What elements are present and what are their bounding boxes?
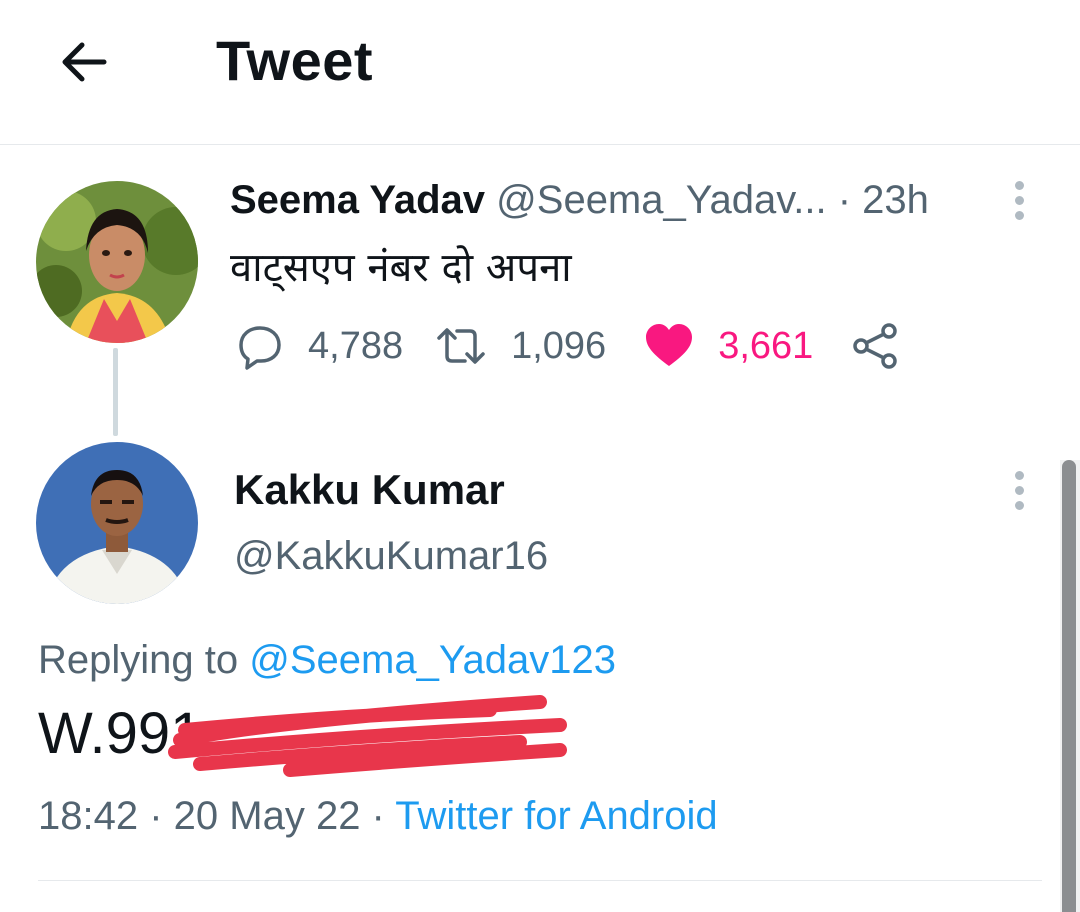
kakku-avatar[interactable] bbox=[36, 442, 198, 604]
reply-author-name[interactable]: Kakku Kumar bbox=[234, 466, 505, 514]
thread-connector-line bbox=[113, 348, 118, 436]
top-bar: Tweet bbox=[0, 0, 1080, 145]
replying-to-handle-link[interactable]: @Seema_Yadav123 bbox=[249, 638, 616, 682]
meta-separator: · bbox=[138, 794, 174, 838]
tweet-header: Seema Yadav @Seema_Yadav... · 23h bbox=[230, 178, 929, 223]
redaction-scribble bbox=[168, 695, 567, 777]
more-dot-icon bbox=[1014, 485, 1024, 495]
reply-time: 18:42 bbox=[38, 794, 139, 838]
meta-separator: · bbox=[360, 794, 396, 838]
share-icon bbox=[853, 323, 898, 369]
share-button[interactable] bbox=[851, 321, 901, 371]
reply-icon bbox=[239, 326, 281, 370]
reply-author-handle[interactable]: @KakkuKumar16 bbox=[234, 534, 548, 579]
like-button[interactable]: 3,661 bbox=[644, 322, 813, 370]
avatar-image bbox=[36, 442, 198, 604]
retweet-count: 1,096 bbox=[511, 324, 607, 367]
like-count: 3,661 bbox=[718, 324, 814, 367]
divider bbox=[38, 880, 1042, 881]
reply-source-link[interactable]: Twitter for Android bbox=[395, 794, 717, 838]
reply-more-options-button[interactable] bbox=[1004, 468, 1034, 512]
reply-meta: 18:42 · 20 May 22 · Twitter for Android bbox=[38, 794, 718, 839]
replying-to: Replying to @Seema_Yadav123 bbox=[38, 638, 616, 683]
more-dot-icon bbox=[1014, 210, 1024, 220]
arrow-left-icon bbox=[62, 42, 107, 82]
more-dot-icon bbox=[1014, 195, 1024, 205]
retweet-button[interactable]: 1,096 bbox=[433, 320, 606, 372]
back-button[interactable] bbox=[52, 30, 116, 94]
retweet-icon bbox=[437, 328, 485, 364]
tweet-more-options-button[interactable] bbox=[1004, 178, 1034, 222]
avatar-image bbox=[36, 181, 198, 343]
tweet-author-name[interactable]: Seema Yadav bbox=[230, 178, 485, 222]
reply-date: 20 May 22 bbox=[173, 794, 361, 838]
tweet-author-handle[interactable]: @Seema_Yadav... bbox=[496, 178, 826, 222]
more-dot-icon bbox=[1014, 470, 1024, 480]
seema-avatar[interactable] bbox=[36, 181, 198, 343]
replying-to-label: Replying to bbox=[38, 638, 250, 682]
heart-filled-icon bbox=[646, 324, 693, 366]
more-dot-icon bbox=[1014, 500, 1024, 510]
more-dot-icon bbox=[1014, 180, 1024, 190]
reply-count: 4,788 bbox=[308, 324, 404, 367]
tweet-time[interactable]: 23h bbox=[862, 178, 929, 222]
scrollbar-thumb[interactable] bbox=[1062, 460, 1076, 912]
tweet-action-bar: 4,788 1,096 3,661 bbox=[234, 318, 901, 374]
page-title: Tweet bbox=[216, 29, 374, 92]
reply-button[interactable]: 4,788 bbox=[234, 320, 403, 372]
tweet-time-separator: · bbox=[826, 178, 863, 222]
tweet-text: वाट्सएप नंबर दो अपना bbox=[230, 245, 572, 291]
